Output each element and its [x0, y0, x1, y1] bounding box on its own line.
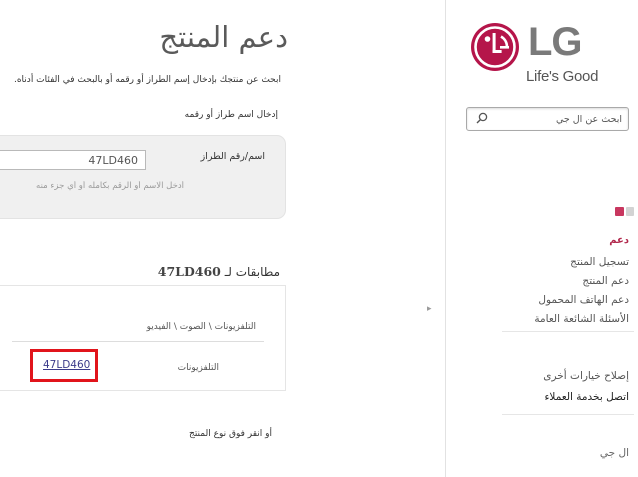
- logo-tagline: Life's Good: [526, 68, 599, 85]
- view-toggle-active-icon[interactable]: [615, 207, 624, 216]
- lg-logo[interactable]: LG Life's Good: [470, 20, 630, 92]
- category-path: التلفزيونات \ الصوت \ الفيديو: [146, 322, 256, 332]
- or-hover-text: أو انقر فوق نوع المنتج: [189, 429, 272, 439]
- page-title: دعم المنتج: [159, 20, 288, 54]
- main-content: دعم المنتج ابحث عن منتجك بإدخال إسم الطر…: [0, 0, 425, 477]
- nav-item-repair-options[interactable]: إصلاح خيارات أخرى: [479, 366, 629, 387]
- nav-item-general-faq[interactable]: الأسئلة الشائعة العامة: [479, 310, 629, 329]
- matches-prefix: مطابقات لـ: [224, 265, 280, 279]
- matches-model: 47LD460: [157, 264, 221, 279]
- nav-item-product-registration[interactable]: تسجيل المنتج: [479, 253, 629, 272]
- intro-text: ابحث عن منتجك بإدخال إسم الطراز أو رقمه …: [13, 75, 281, 85]
- collapse-arrow-icon[interactable]: ▸: [427, 304, 432, 314]
- search-icon[interactable]: [476, 112, 488, 124]
- model-input[interactable]: [0, 150, 146, 170]
- site-search-input[interactable]: [502, 111, 622, 127]
- model-search-panel: [0, 135, 286, 219]
- nav-divider: [502, 331, 634, 332]
- view-toggle-inactive-icon[interactable]: [626, 207, 634, 216]
- logo-text: LG: [528, 20, 583, 64]
- nav-item-lg[interactable]: ال جي: [600, 447, 629, 459]
- result-model-link[interactable]: 47LD460: [43, 359, 90, 371]
- nav-item-product-support[interactable]: دعم المنتج: [479, 272, 629, 291]
- result-category: التلفزيونات: [177, 363, 219, 373]
- nav-divider: [502, 414, 634, 415]
- model-input-hint: أدخل الاسم أو الرقم بكامله أو أي جزء منه: [36, 181, 184, 191]
- secondary-nav: إصلاح خيارات أخرى اتصل بخدمة العملاء: [479, 366, 629, 408]
- matches-heading: مطابقات لـ 47LD460: [158, 264, 280, 279]
- results-panel: [0, 285, 286, 391]
- sidebar-divider: [445, 0, 446, 477]
- support-nav: دعم تسجيل المنتج دعم المنتج دعم الهاتف ا…: [479, 234, 629, 329]
- nav-item-contact-customer-service[interactable]: اتصل بخدمة العملاء: [479, 387, 630, 408]
- nav-heading-support[interactable]: دعم: [479, 234, 629, 248]
- lg-support-page: دعم المنتج ابحث عن منتجك بإدخال إسم الطر…: [0, 0, 638, 477]
- nav-item-mobile-support[interactable]: دعم الهاتف المحمول: [479, 291, 629, 310]
- model-field-label: اسم/رقم الطراز: [200, 151, 265, 162]
- site-search-box: [466, 107, 629, 131]
- lg-face-logo-icon: [471, 23, 519, 71]
- results-divider: [12, 341, 264, 342]
- enter-model-label: إدخال اسم طراز أو رقمه: [184, 110, 278, 120]
